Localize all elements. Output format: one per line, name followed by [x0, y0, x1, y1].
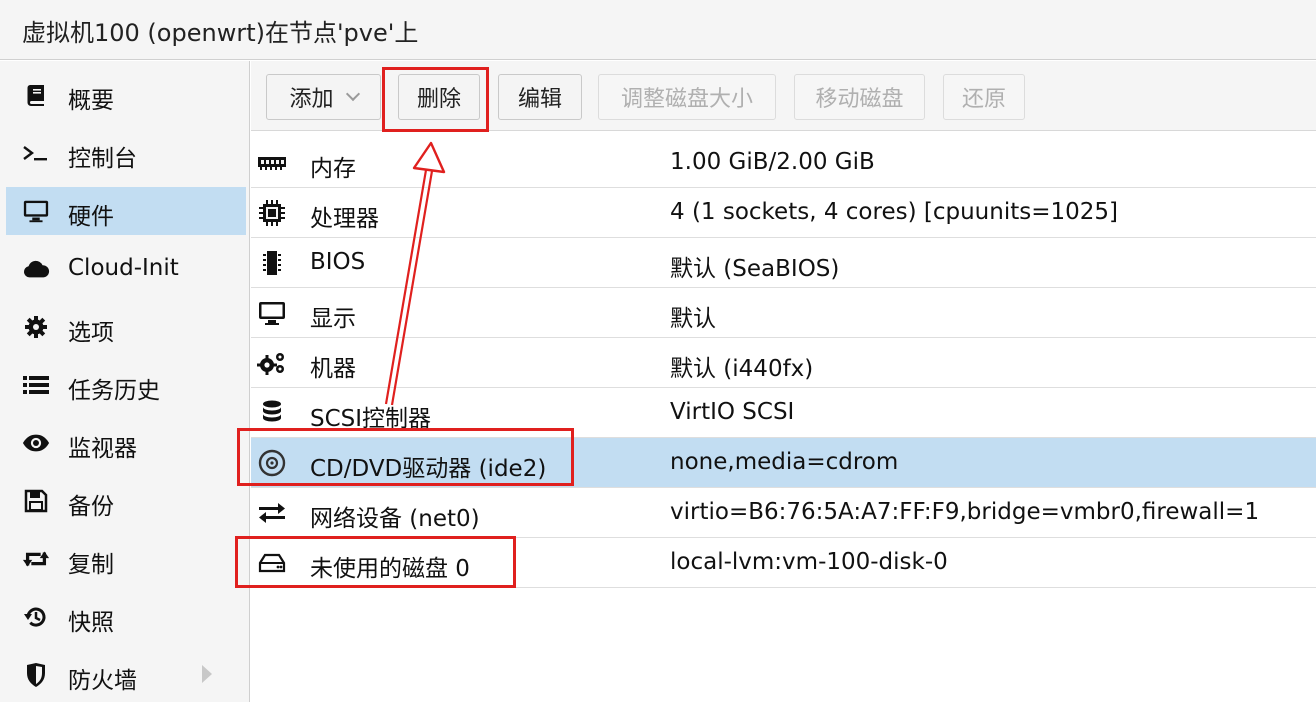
sidebar-item-label: 任务历史: [68, 378, 160, 404]
sidebar-item-label: 监视器: [68, 436, 137, 462]
revert-button[interactable]: 还原: [943, 74, 1025, 120]
row-value: local-lvm:vm-100-disk-0: [670, 549, 948, 575]
remove-button-label: 删除: [416, 87, 461, 112]
row-key: 网络设备 (net0): [310, 506, 480, 532]
sidebar-item-label: 选项: [68, 320, 114, 346]
add-button[interactable]: 添加: [266, 74, 381, 120]
row-key: BIOS: [310, 249, 366, 275]
table-row[interactable]: BIOS 默认 (SeaBIOS): [251, 238, 1316, 288]
terminal-icon: [22, 141, 50, 165]
row-key: 处理器: [310, 206, 379, 232]
sidebar-item-label: Cloud-Init: [68, 255, 179, 281]
sidebar-item-label: 概要: [68, 88, 114, 114]
table-row[interactable]: 网络设备 (net0) virtio=B6:76:5A:A7:FF:F9,bri…: [251, 488, 1316, 538]
cogs-icon: [257, 350, 287, 376]
revert-button-label: 还原: [961, 87, 1006, 112]
sidebar-item-task-history[interactable]: 任务历史: [6, 361, 246, 409]
sidebar-item-label: 快照: [68, 610, 114, 636]
database-icon: [257, 400, 287, 426]
sidebar-item-monitor[interactable]: 监视器: [6, 419, 246, 467]
row-value: 1.00 GiB/2.00 GiB: [670, 149, 875, 175]
row-key: SCSI控制器: [310, 406, 432, 432]
row-value: VirtIO SCSI: [670, 399, 795, 425]
microchip-icon: [257, 250, 287, 276]
cdrom-icon: [257, 449, 287, 477]
title-bar: 虚拟机100 (openwrt)在节点'pve'上: [0, 0, 1316, 60]
row-value: virtio=B6:76:5A:A7:FF:F9,bridge=vmbr0,fi…: [670, 499, 1260, 525]
row-key: CD/DVD驱动器 (ide2): [310, 456, 547, 482]
sidebar-item-label: 硬件: [68, 204, 114, 230]
sidebar-item-label: 复制: [68, 552, 114, 578]
sidebar-item-options[interactable]: 选项: [6, 303, 246, 351]
table-row[interactable]: 显示 默认: [251, 288, 1316, 338]
memory-icon: [257, 150, 287, 176]
add-button-label: 添加: [289, 87, 334, 112]
sidebar-item-label: 备份: [68, 494, 114, 520]
eye-icon: [22, 431, 50, 455]
move-disk-button-label: 移动磁盘: [815, 87, 904, 112]
sidebar: 概要 控制台 硬件 Cloud-Init 选项 任务历史 监视器 备份 复制 快…: [0, 61, 250, 702]
edit-button-label: 编辑: [517, 87, 562, 112]
table-row[interactable]: SCSI控制器 VirtIO SCSI: [251, 388, 1316, 438]
chevron-down-icon: [345, 86, 360, 102]
sidebar-item-cloud-init[interactable]: Cloud-Init: [6, 245, 246, 293]
row-value: 4 (1 sockets, 4 cores) [cpuunits=1025]: [670, 199, 1118, 225]
hdd-icon: [257, 550, 287, 576]
row-value: 默认 (SeaBIOS): [670, 256, 840, 282]
submenu-arrow-icon[interactable]: [202, 665, 212, 683]
row-value: 默认: [670, 306, 716, 332]
monitor-icon: [22, 199, 50, 223]
sidebar-item-replication[interactable]: 复制: [6, 535, 246, 583]
book-icon: [22, 83, 50, 107]
table-row[interactable]: 处理器 4 (1 sockets, 4 cores) [cpuunits=102…: [251, 188, 1316, 238]
floppy-icon: [22, 489, 50, 513]
sidebar-item-label: 防火墙: [68, 668, 137, 694]
table-row[interactable]: 机器 默认 (i440fx): [251, 338, 1316, 388]
toolbar: 添加 删除 编辑 调整磁盘大小 移动磁盘 还原: [251, 61, 1316, 131]
sidebar-item-summary[interactable]: 概要: [6, 71, 246, 119]
table-row[interactable]: 内存 1.00 GiB/2.00 GiB: [251, 138, 1316, 188]
resize-disk-button-label: 调整磁盘大小: [620, 87, 753, 112]
desktop-icon: [257, 300, 287, 326]
retweet-icon: [22, 547, 50, 571]
gear-icon: [22, 315, 50, 339]
row-key: 内存: [310, 156, 356, 182]
remove-button[interactable]: 删除: [398, 74, 480, 120]
row-value: none,media=cdrom: [670, 449, 899, 475]
row-key: 机器: [310, 356, 356, 382]
shield-icon: [22, 663, 50, 687]
list-icon: [22, 373, 50, 397]
window-title: 虚拟机100 (openwrt)在节点'pve'上: [22, 19, 419, 47]
move-disk-button[interactable]: 移动磁盘: [794, 74, 925, 120]
history-icon: [22, 605, 50, 629]
edit-button[interactable]: 编辑: [498, 74, 582, 120]
cpu-icon: [257, 200, 287, 226]
cloud-icon: [22, 257, 50, 281]
sidebar-item-console[interactable]: 控制台: [6, 129, 246, 177]
row-key: 显示: [310, 306, 356, 332]
table-row[interactable]: CD/DVD驱动器 (ide2) none,media=cdrom: [251, 438, 1316, 488]
sidebar-item-backup[interactable]: 备份: [6, 477, 246, 525]
exchange-icon: [257, 500, 287, 526]
sidebar-item-firewall[interactable]: 防火墙: [6, 651, 246, 699]
resize-disk-button[interactable]: 调整磁盘大小: [598, 74, 776, 120]
row-key: 未使用的磁盘 0: [310, 556, 470, 582]
row-value: 默认 (i440fx): [670, 356, 814, 382]
table-row[interactable]: 未使用的磁盘 0 local-lvm:vm-100-disk-0: [251, 538, 1316, 588]
sidebar-item-snapshots[interactable]: 快照: [6, 593, 246, 641]
sidebar-item-label: 控制台: [68, 146, 137, 172]
sidebar-item-hardware[interactable]: 硬件: [6, 187, 246, 235]
